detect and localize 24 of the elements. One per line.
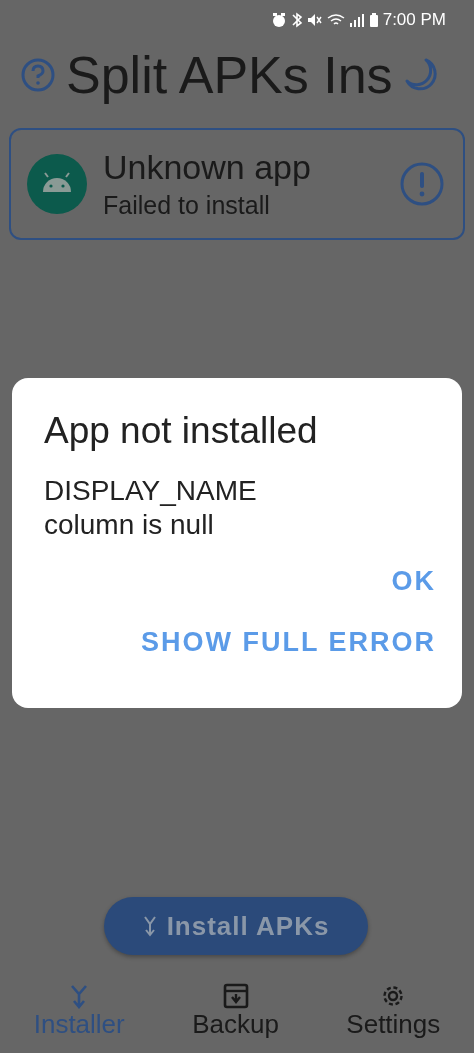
app-name: Unknown app — [103, 148, 312, 187]
install-apks-button[interactable]: Install APKs — [104, 897, 368, 955]
install-status: Failed to install — [103, 191, 271, 220]
alarm-icon — [270, 12, 287, 28]
dialog-button[interactable]: SHOW FULL ERROR — [141, 627, 436, 658]
fork-arrow-icon — [142, 915, 157, 937]
help-icon[interactable] — [20, 57, 56, 93]
status-time: 7:00 PM — [382, 10, 446, 30]
bluetooth-icon — [290, 12, 303, 28]
dialog-title: App not installed — [44, 410, 319, 452]
error-icon[interactable] — [399, 161, 445, 207]
archive-icon — [222, 983, 249, 1009]
app-card[interactable]: Unknown app Failed to install — [9, 128, 465, 240]
dialog-button[interactable]: OK — [391, 566, 436, 597]
nav-tab[interactable]: Backup — [192, 983, 279, 1053]
mute-icon — [306, 12, 323, 28]
signal-icon — [348, 12, 365, 28]
nav-tab[interactable]: Settings — [346, 983, 441, 1053]
app-title: Split APKs Ins — [66, 46, 393, 104]
fork-arrow-icon — [69, 983, 90, 1009]
android-app-icon — [27, 154, 87, 214]
moon-icon[interactable] — [404, 57, 440, 93]
dialog-message: DISPLAY_NAME column is null — [44, 474, 258, 542]
battery-icon — [368, 12, 379, 28]
